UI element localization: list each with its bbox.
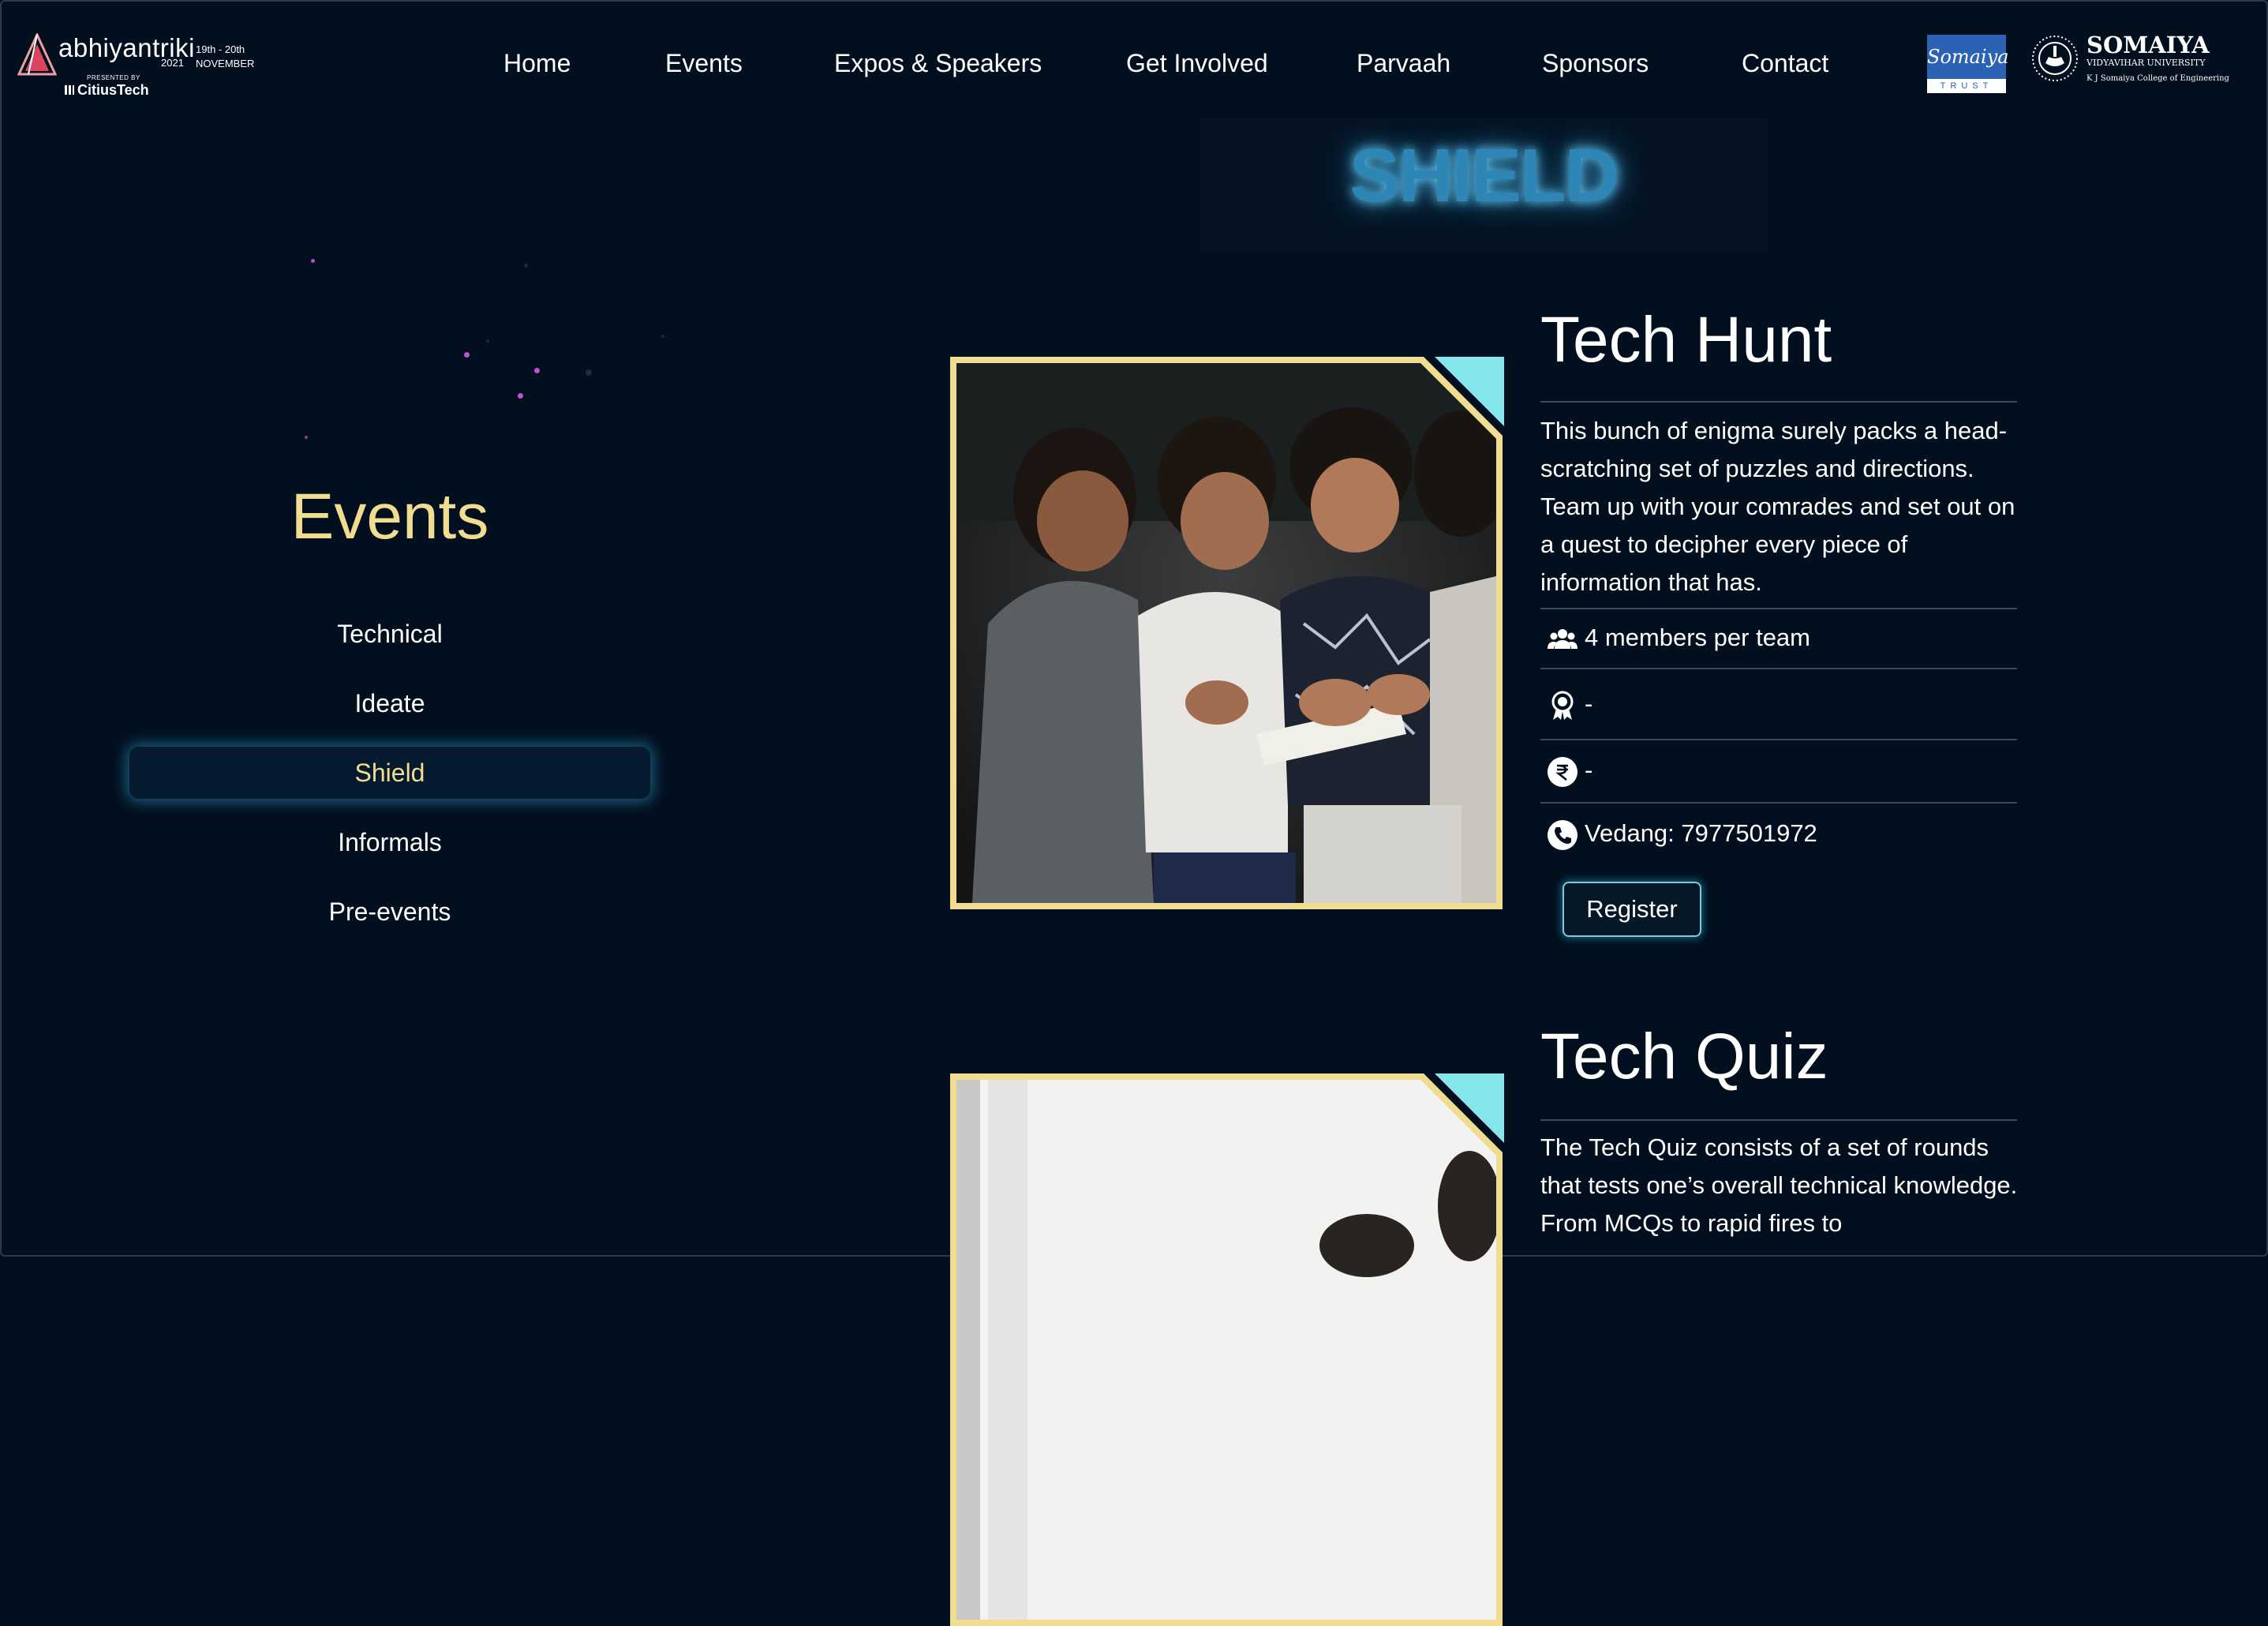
site-header: abhiyantriki 2021 19th - 20th NOVEMBER P… xyxy=(0,0,2268,126)
contact-text: Vedang: 7977501972 xyxy=(1585,819,1817,847)
nav-expos-speakers[interactable]: Expos & Speakers xyxy=(834,49,1042,78)
team-size-text: 4 members per team xyxy=(1585,624,1810,651)
event-title-tech-quiz: Tech Quiz xyxy=(1540,1021,1828,1092)
particle xyxy=(661,335,664,338)
users-icon xyxy=(1548,628,1577,649)
particle xyxy=(305,436,308,439)
university-name: SOMAIYA xyxy=(2086,32,2210,58)
image-frame xyxy=(950,357,1503,909)
particle xyxy=(311,259,315,263)
particle xyxy=(524,264,528,268)
event-description-tech-hunt: This bunch of enigma surely packs a head… xyxy=(1540,417,2015,596)
team-size-row: 4 members per team xyxy=(1547,620,1810,655)
prize-text: - xyxy=(1585,690,1593,717)
register-button[interactable]: Register xyxy=(1563,882,1701,937)
contact-row: Vedang: 7977501972 xyxy=(1547,816,1817,851)
somaiya-trust-logo[interactable]: Somaiya TRUST xyxy=(1927,35,2009,93)
college-name: K J Somaiya College of Engineering xyxy=(2086,74,2229,83)
fee-text: - xyxy=(1585,756,1593,784)
particle xyxy=(534,368,540,373)
tech-quiz-photo xyxy=(956,1080,1496,1620)
award-icon xyxy=(1551,691,1574,720)
divider xyxy=(1540,739,2017,740)
particle xyxy=(586,369,592,376)
nav-contact[interactable]: Contact xyxy=(1742,49,1828,78)
image-frame xyxy=(950,1073,1503,1626)
trust-logo-label: TRUST xyxy=(1940,81,1993,91)
fee-row: - xyxy=(1547,753,1592,788)
nav-home[interactable]: Home xyxy=(503,49,571,78)
prize-row: - xyxy=(1547,687,1592,721)
trust-logo-script: Somaiya xyxy=(1927,35,2009,79)
phone-icon xyxy=(1548,819,1577,850)
event-title-tech-hunt: Tech Hunt xyxy=(1540,304,1832,376)
somaiya-university-logo[interactable]: SOMAIYA VIDYAVIHAR UNIVERSITY K J Somaiy… xyxy=(2028,32,2233,95)
sidebar-item-pre-events[interactable]: Pre-events xyxy=(129,886,650,938)
divider xyxy=(1540,608,2017,609)
sidebar-item-technical[interactable]: Technical xyxy=(129,608,650,660)
sidebar-heading: Events xyxy=(290,481,489,553)
particle xyxy=(486,339,489,343)
nav-events[interactable]: Events xyxy=(665,49,743,78)
nav-get-involved[interactable]: Get Involved xyxy=(1126,49,1268,78)
divider xyxy=(1540,401,2017,403)
event-description-tech-quiz: The Tech Quiz consists of a set of round… xyxy=(1540,1133,2018,1237)
sidebar-item-informals[interactable]: Informals xyxy=(129,816,650,868)
sidebar-item-shield[interactable]: Shield xyxy=(129,747,650,799)
event-image-tech-hunt xyxy=(950,357,1504,909)
page-title: SHIELD xyxy=(1349,133,1619,218)
tech-hunt-photo xyxy=(956,363,1496,903)
university-subtitle: VIDYAVIHAR UNIVERSITY xyxy=(2086,58,2206,68)
divider xyxy=(1540,1119,2017,1121)
sidebar-item-ideate[interactable]: Ideate xyxy=(129,677,650,729)
particle xyxy=(464,352,470,358)
rupee-icon xyxy=(1548,756,1577,787)
nav-parvaah[interactable]: Parvaah xyxy=(1357,49,1450,78)
nav-sponsors[interactable]: Sponsors xyxy=(1542,49,1649,78)
particle xyxy=(518,393,523,399)
event-image-tech-quiz xyxy=(950,1073,1504,1626)
divider xyxy=(1540,802,2017,804)
divider xyxy=(1540,668,2017,669)
university-emblem-icon xyxy=(2032,36,2078,81)
